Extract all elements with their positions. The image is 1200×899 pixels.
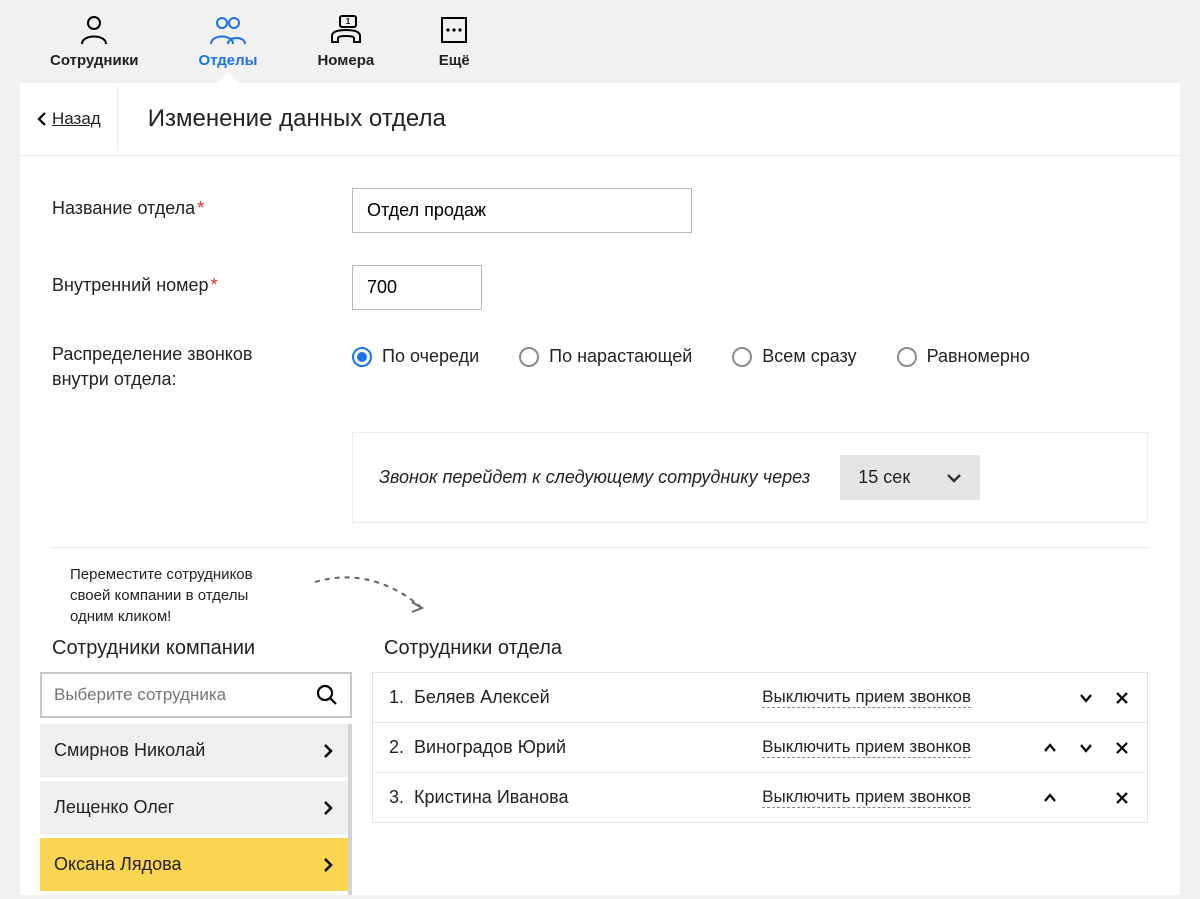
page-header: Назад Изменение данных отдела <box>20 83 1180 156</box>
employee-name: Смирнов Николай <box>54 740 205 761</box>
radio-icon <box>732 347 752 367</box>
back-button[interactable]: Назад <box>20 87 118 151</box>
radio-icon <box>897 347 917 367</box>
radio-all[interactable]: Всем сразу <box>732 346 856 367</box>
tab-numbers[interactable]: 1 Номера <box>287 10 404 83</box>
company-employee-item[interactable]: Оксана Лядова <box>40 838 348 895</box>
search-icon <box>316 684 338 706</box>
move-down-button[interactable] <box>1077 739 1095 757</box>
department-employee-row: 1. Беляев Алексей Выключить прием звонко… <box>373 673 1147 723</box>
move-up-button[interactable] <box>1041 739 1059 757</box>
department-name-input[interactable] <box>352 188 692 233</box>
remove-button[interactable] <box>1113 789 1131 807</box>
department-employees-column: Сотрудники отдела 1. Беляев Алексей Выкл… <box>372 637 1148 823</box>
person-icon <box>74 14 114 46</box>
tab-departments[interactable]: Отделы <box>168 10 287 83</box>
column-heading: Сотрудники компании <box>52 637 352 660</box>
remove-button[interactable] <box>1113 689 1131 707</box>
people-icon <box>208 14 248 46</box>
chevron-right-icon <box>322 856 334 874</box>
department-employee-row: 3. Кристина Иванова Выключить прием звон… <box>373 773 1147 823</box>
timeout-text: Звонок перейдет к следующему сотруднику … <box>379 467 810 488</box>
chevron-down-icon <box>1079 741 1093 755</box>
timeout-select[interactable]: 15 сек <box>840 455 980 500</box>
chevron-left-icon <box>36 111 48 127</box>
chevron-up-icon <box>1043 741 1057 755</box>
close-icon <box>1115 791 1129 805</box>
tab-more[interactable]: Ещё <box>404 10 504 83</box>
company-employees-column: Сотрудники компании Смирнов Николай Леще… <box>40 637 352 895</box>
radio-rising[interactable]: По нарастающей <box>519 346 692 367</box>
search-input[interactable] <box>54 685 316 705</box>
chevron-down-icon <box>946 473 962 483</box>
company-employee-item[interactable]: Лещенко Олег <box>40 781 348 838</box>
phone-icon: 1 <box>326 14 366 46</box>
radio-icon <box>352 347 372 367</box>
row-name: Виноградов Юрий <box>414 737 752 758</box>
column-heading: Сотрудники отдела <box>384 637 1148 660</box>
dashed-arrow-icon <box>310 570 440 620</box>
more-icon <box>434 14 474 46</box>
employee-name: Лещенко Олег <box>54 797 174 818</box>
row-index: 1. <box>389 687 404 708</box>
row-index: 3. <box>389 787 404 808</box>
radio-even[interactable]: Равномерно <box>897 346 1030 367</box>
close-icon <box>1115 691 1129 705</box>
hint-text: Переместите сотрудников своей компании в… <box>70 564 280 627</box>
department-employee-row: 2. Виноградов Юрий Выключить прием звонк… <box>373 723 1147 773</box>
page-panel: Назад Изменение данных отдела Название о… <box>20 83 1180 895</box>
radio-queue[interactable]: По очереди <box>352 346 479 367</box>
page-title: Изменение данных отдела <box>118 83 476 155</box>
company-employee-item[interactable]: Смирнов Николай <box>40 724 348 781</box>
row-index: 2. <box>389 737 404 758</box>
toggle-calls-link[interactable]: Выключить прием звонков <box>762 687 971 708</box>
close-icon <box>1115 741 1129 755</box>
tab-label: Сотрудники <box>50 52 138 69</box>
move-down-button[interactable] <box>1077 689 1095 707</box>
radio-icon <box>519 347 539 367</box>
ext-label: Внутренний номер* <box>52 265 352 296</box>
tab-label: Номера <box>317 52 374 69</box>
top-tabs: Сотрудники Отделы 1 Номера Ещё <box>0 0 1200 83</box>
toggle-calls-link[interactable]: Выключить прием звонков <box>762 787 971 808</box>
toggle-calls-link[interactable]: Выключить прием звонков <box>762 737 971 758</box>
name-label: Название отдела* <box>52 188 352 219</box>
radio-label: По очереди <box>382 346 479 367</box>
remove-button[interactable] <box>1113 739 1131 757</box>
timeout-box: Звонок перейдет к следующему сотруднику … <box>352 432 1148 523</box>
distribution-label: Распределение звонков внутри отдела: <box>52 342 352 392</box>
employee-name: Оксана Лядова <box>54 854 182 875</box>
row-name: Беляев Алексей <box>414 687 752 708</box>
extension-input[interactable] <box>352 265 482 310</box>
chevron-down-icon <box>1079 691 1093 705</box>
tab-label: Ещё <box>439 52 470 69</box>
divider <box>52 547 1148 548</box>
radio-label: По нарастающей <box>549 346 692 367</box>
chevron-up-icon <box>1043 791 1057 805</box>
chevron-right-icon <box>322 799 334 817</box>
svg-text:1: 1 <box>346 17 351 26</box>
radio-label: Равномерно <box>927 346 1030 367</box>
distribution-radios: По очереди По нарастающей Всем сразу Рав… <box>352 346 1180 367</box>
employee-search[interactable] <box>40 672 352 718</box>
tab-label: Отделы <box>198 52 257 69</box>
select-value: 15 сек <box>858 467 910 488</box>
radio-label: Всем сразу <box>762 346 856 367</box>
move-up-button[interactable] <box>1041 789 1059 807</box>
chevron-right-icon <box>322 742 334 760</box>
back-label: Назад <box>52 109 101 129</box>
tab-employees[interactable]: Сотрудники <box>20 10 168 83</box>
row-name: Кристина Иванова <box>414 787 752 808</box>
